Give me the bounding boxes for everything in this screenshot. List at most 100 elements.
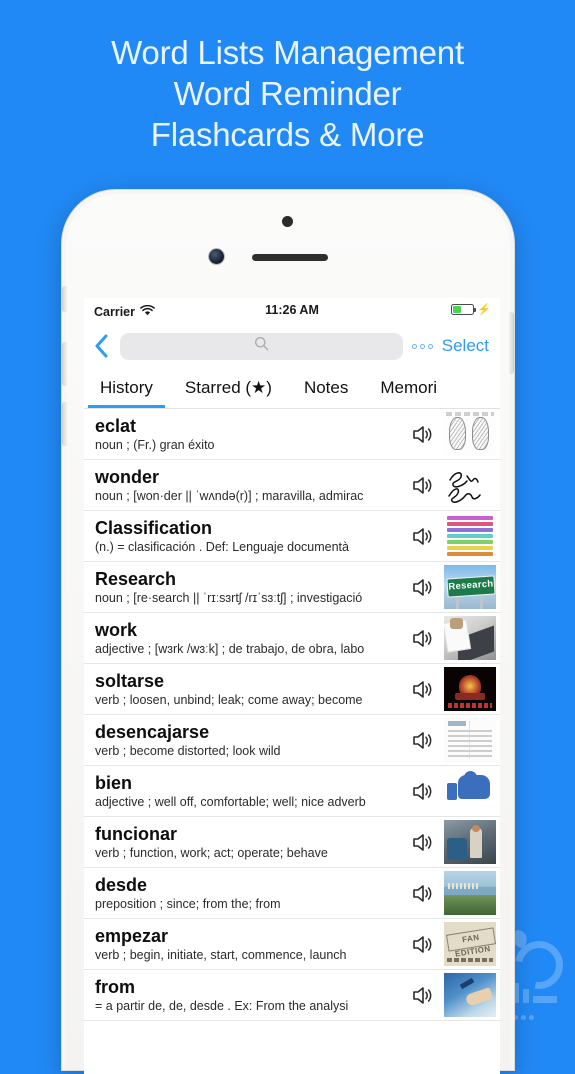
phone-mockup: Carrier 11:26 AM ⚡ Select History Starre… [62, 190, 514, 1074]
speaker-icon [412, 731, 431, 749]
list-item[interactable]: soltarse verb ; loosen, unbind; leak; co… [84, 664, 500, 715]
word-definition: verb ; become distorted; look wild [95, 743, 281, 758]
pronounce-button[interactable] [402, 628, 444, 649]
battery-icon [451, 304, 477, 315]
list-item[interactable]: Classification (n.) = clasificación . De… [84, 511, 500, 562]
signature-thumbnail[interactable] [444, 463, 496, 507]
headline-line-2: Word Reminder [173, 75, 402, 112]
earpiece-speaker-icon [252, 254, 328, 261]
color-bar [447, 522, 493, 526]
mute-switch-button[interactable] [63, 286, 67, 312]
volume-up-button[interactable] [63, 342, 67, 386]
word-title: funcionar [95, 823, 178, 844]
word-title: work [95, 619, 138, 640]
list-item[interactable]: desencajarse verb ; become distorted; lo… [84, 715, 500, 766]
tab-starred[interactable]: Starred (★) [169, 368, 288, 408]
list-item[interactable]: eclat noun ; (Fr.) gran éxito [84, 409, 500, 460]
list-item[interactable]: desde preposition ; since; from the; fro… [84, 868, 500, 919]
pronounce-button[interactable] [402, 526, 444, 547]
fan-edition-text: FAN EDITION [445, 927, 496, 959]
worker-photo-thumbnail[interactable] [444, 820, 496, 864]
volume-down-button[interactable] [63, 402, 67, 446]
color-bar [447, 528, 493, 532]
speaker-icon [412, 629, 431, 647]
speaker-icon [412, 833, 431, 851]
lightning-bolt-icon: ⚡ [477, 303, 491, 316]
word-definition: noun ; (Fr.) gran éxito [95, 437, 215, 452]
tab-history[interactable]: History [84, 368, 169, 408]
more-options-button[interactable] [409, 343, 442, 349]
select-button[interactable]: Select [442, 336, 500, 356]
fan-edition-thumbnail[interactable]: FAN EDITION [444, 922, 496, 966]
proximity-sensor-icon [282, 216, 293, 227]
list-item[interactable]: funcionar verb ; function, work; act; op… [84, 817, 500, 868]
dark-logo-thumbnail[interactable] [444, 667, 496, 711]
word-title: wonder [95, 466, 160, 487]
search-input[interactable] [120, 332, 407, 362]
speaker-icon [412, 680, 431, 698]
pronounce-button[interactable] [402, 679, 444, 700]
word-definition: noun ; [re·search || ˈrɪːsɜrtʃ /rɪˈsɜːtʃ… [95, 590, 363, 605]
word-title: Research [95, 568, 177, 589]
research-sign-thumbnail[interactable]: Research [444, 565, 496, 609]
color-bar [447, 552, 493, 556]
pronounce-button[interactable] [402, 883, 444, 904]
back-button[interactable] [84, 334, 118, 358]
document-scan-thumbnail[interactable] [444, 718, 496, 762]
tab-memorize[interactable]: Memori [364, 368, 453, 408]
pronounce-button[interactable] [402, 781, 444, 802]
word-title: from [95, 976, 135, 997]
color-bar [447, 534, 493, 538]
anatomy-diagram-thumbnail[interactable] [444, 412, 496, 456]
list-item[interactable]: wonder noun ; [won·der || ˈwʌndə(r)] ; m… [84, 460, 500, 511]
list-item[interactable]: work adjective ; [wɜrk /wɜːk] ; de traba… [84, 613, 500, 664]
watermark-stroke-3 [533, 996, 557, 1003]
landscape-thumbnail[interactable] [444, 871, 496, 915]
word-definition: (n.) = clasificación . Def: Lenguaje doc… [95, 539, 349, 554]
thumbs-up-thumbnail[interactable] [444, 769, 496, 813]
word-title: empezar [95, 925, 169, 946]
pronounce-button[interactable] [402, 832, 444, 853]
speaker-icon [412, 782, 431, 800]
color-bars-thumbnail[interactable] [444, 514, 496, 558]
pronounce-button[interactable] [402, 475, 444, 496]
color-bar [447, 546, 493, 550]
speaker-icon [412, 986, 431, 1004]
status-bar-right: ⚡ [451, 304, 491, 315]
tab-notes[interactable]: Notes [288, 368, 364, 408]
watermark-dots [513, 1007, 537, 1025]
search-field[interactable] [120, 332, 407, 362]
headline-line-3: Flashcards & More [150, 116, 425, 153]
list-item[interactable]: empezar verb ; begin, initiate, start, c… [84, 919, 500, 970]
word-definition: verb ; function, work; act; operate; beh… [95, 845, 328, 860]
desk-keyboard-thumbnail[interactable] [444, 616, 496, 660]
pronounce-button[interactable] [402, 730, 444, 751]
word-definition: adjective ; [wɜrk /wɜːk] ; de trabajo, d… [95, 641, 365, 656]
word-title: desencajarse [95, 721, 210, 742]
speaker-icon [412, 578, 431, 596]
pronounce-button[interactable] [402, 577, 444, 598]
watermark-logo [505, 923, 573, 1020]
word-title: eclat [95, 415, 137, 436]
pronounce-button[interactable] [402, 985, 444, 1006]
word-definition: verb ; loosen, unbind; leak; come away; … [95, 692, 363, 707]
speaker-icon [412, 527, 431, 545]
more-options-icon [411, 343, 417, 349]
list-item[interactable]: bien adjective ; well off, comfortable; … [84, 766, 500, 817]
power-button[interactable] [509, 312, 513, 374]
word-definition: verb ; begin, initiate, start, commence,… [95, 947, 347, 962]
list-item[interactable]: Research noun ; [re·search || ˈrɪːsɜrtʃ … [84, 562, 500, 613]
navigation-bar: Select [84, 324, 500, 368]
research-sign-text: Research [446, 575, 496, 598]
list-item[interactable]: from = a partir de, de, desde . Ex: From… [84, 970, 500, 1021]
word-title: desde [95, 874, 148, 895]
pronounce-button[interactable] [402, 424, 444, 445]
word-title: soltarse [95, 670, 165, 691]
speaker-icon [412, 476, 431, 494]
speaker-icon [412, 425, 431, 443]
phone-bezel: Carrier 11:26 AM ⚡ Select History Starre… [63, 194, 513, 1074]
pronounce-button[interactable] [402, 934, 444, 955]
word-definition: noun ; [won·der || ˈwʌndə(r)] ; maravill… [95, 488, 364, 503]
sea-hand-thumbnail[interactable] [444, 973, 496, 1017]
word-title: Classification [95, 517, 213, 538]
